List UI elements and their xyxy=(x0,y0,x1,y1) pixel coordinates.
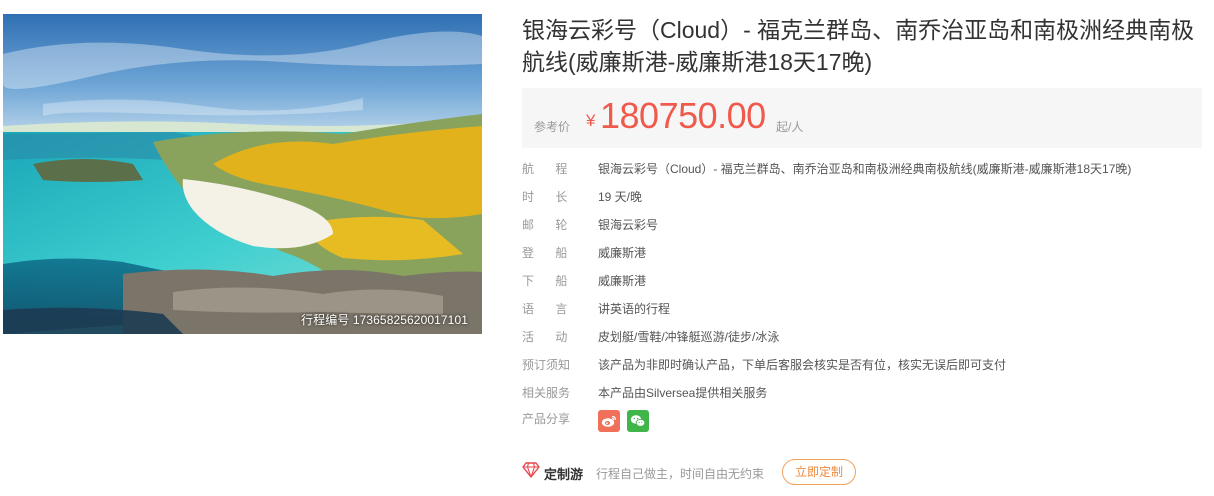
detail-value: 威廉斯港 xyxy=(598,246,647,260)
price-unit: 起/人 xyxy=(776,120,804,134)
detail-label: 活 动 xyxy=(522,330,577,344)
detail-row-activities: 活 动 皮划艇/雪鞋/冲锋艇巡游/徒步/冰泳 xyxy=(522,321,1202,349)
wechat-icon[interactable] xyxy=(627,410,649,432)
detail-label: 相关服务 xyxy=(522,386,571,400)
share-icons xyxy=(598,410,649,432)
detail-row-route: 航 程 银海云彩号（Cloud）- 福克兰群岛、南乔治亚岛和南极洲经典南极航线(… xyxy=(522,153,1202,181)
detail-row-services: 相关服务 本产品由Silversea提供相关服务 xyxy=(522,377,1202,405)
detail-label: 时 长 xyxy=(522,190,577,204)
detail-value: 银海云彩号 xyxy=(598,218,659,232)
price-amount: 180750.00 xyxy=(600,95,766,136)
custom-tour-bar: 定制游 行程自己做主，时间自由无约束 立即定制 xyxy=(522,459,1202,485)
detail-value: 威廉斯港 xyxy=(598,274,647,288)
detail-row-language: 语 言 讲英语的行程 xyxy=(522,293,1202,321)
detail-row-disembark: 下 船 威廉斯港 xyxy=(522,265,1202,293)
diamond-icon xyxy=(522,462,540,478)
price-ref-label: 参考价 xyxy=(534,120,571,134)
detail-label: 预订须知 xyxy=(522,358,571,372)
detail-label: 登 船 xyxy=(522,246,577,260)
detail-row-share: 产品分享 xyxy=(522,405,1202,433)
detail-row-ship: 邮 轮 银海云彩号 xyxy=(522,209,1202,237)
price-band: 参考价 ¥ 180750.00 起/人 xyxy=(522,88,1202,148)
detail-value: 19 天/晚 xyxy=(598,190,643,204)
weibo-icon[interactable] xyxy=(598,410,620,432)
detail-label: 邮 轮 xyxy=(522,218,577,232)
product-title: 银海云彩号（Cloud）- 福克兰群岛、南乔治亚岛和南极洲经典南极航线(威廉斯港… xyxy=(522,17,1195,75)
detail-row-booking-notice: 预订须知 该产品为非即时确认产品，下单后客服会核实是否有位，核实无误后即可支付 xyxy=(522,349,1202,377)
coastline-photo xyxy=(3,14,482,334)
share-label: 产品分享 xyxy=(522,412,571,426)
detail-value: 该产品为非即时确认产品，下单后客服会核实是否有位，核实无误后即可支付 xyxy=(598,358,1007,372)
custom-tour-description: 行程自己做主，时间自由无约束 xyxy=(596,467,765,481)
detail-row-embark: 登 船 威廉斯港 xyxy=(522,237,1202,265)
detail-value: 本产品由Silversea提供相关服务 xyxy=(598,386,768,400)
detail-value: 皮划艇/雪鞋/冲锋艇巡游/徒步/冰泳 xyxy=(598,330,780,344)
detail-row-duration: 时 长 19 天/晚 xyxy=(522,181,1202,209)
detail-label: 航 程 xyxy=(522,162,577,176)
route-code: 行程编号 17365825620017101 xyxy=(301,313,468,327)
product-photo: 行程编号 17365825620017101 xyxy=(3,14,482,334)
custom-tour-title: 定制游 xyxy=(544,467,584,482)
detail-label: 下 船 xyxy=(522,274,577,288)
product-details: 航 程 银海云彩号（Cloud）- 福克兰群岛、南乔治亚岛和南极洲经典南极航线(… xyxy=(522,153,1202,433)
detail-value: 银海云彩号（Cloud）- 福克兰群岛、南乔治亚岛和南极洲经典南极航线(威廉斯港… xyxy=(598,162,1132,176)
detail-label: 语 言 xyxy=(522,302,577,316)
detail-value: 讲英语的行程 xyxy=(598,302,671,316)
customize-now-button[interactable]: 立即定制 xyxy=(782,459,856,485)
price-currency: ¥ xyxy=(586,111,596,130)
